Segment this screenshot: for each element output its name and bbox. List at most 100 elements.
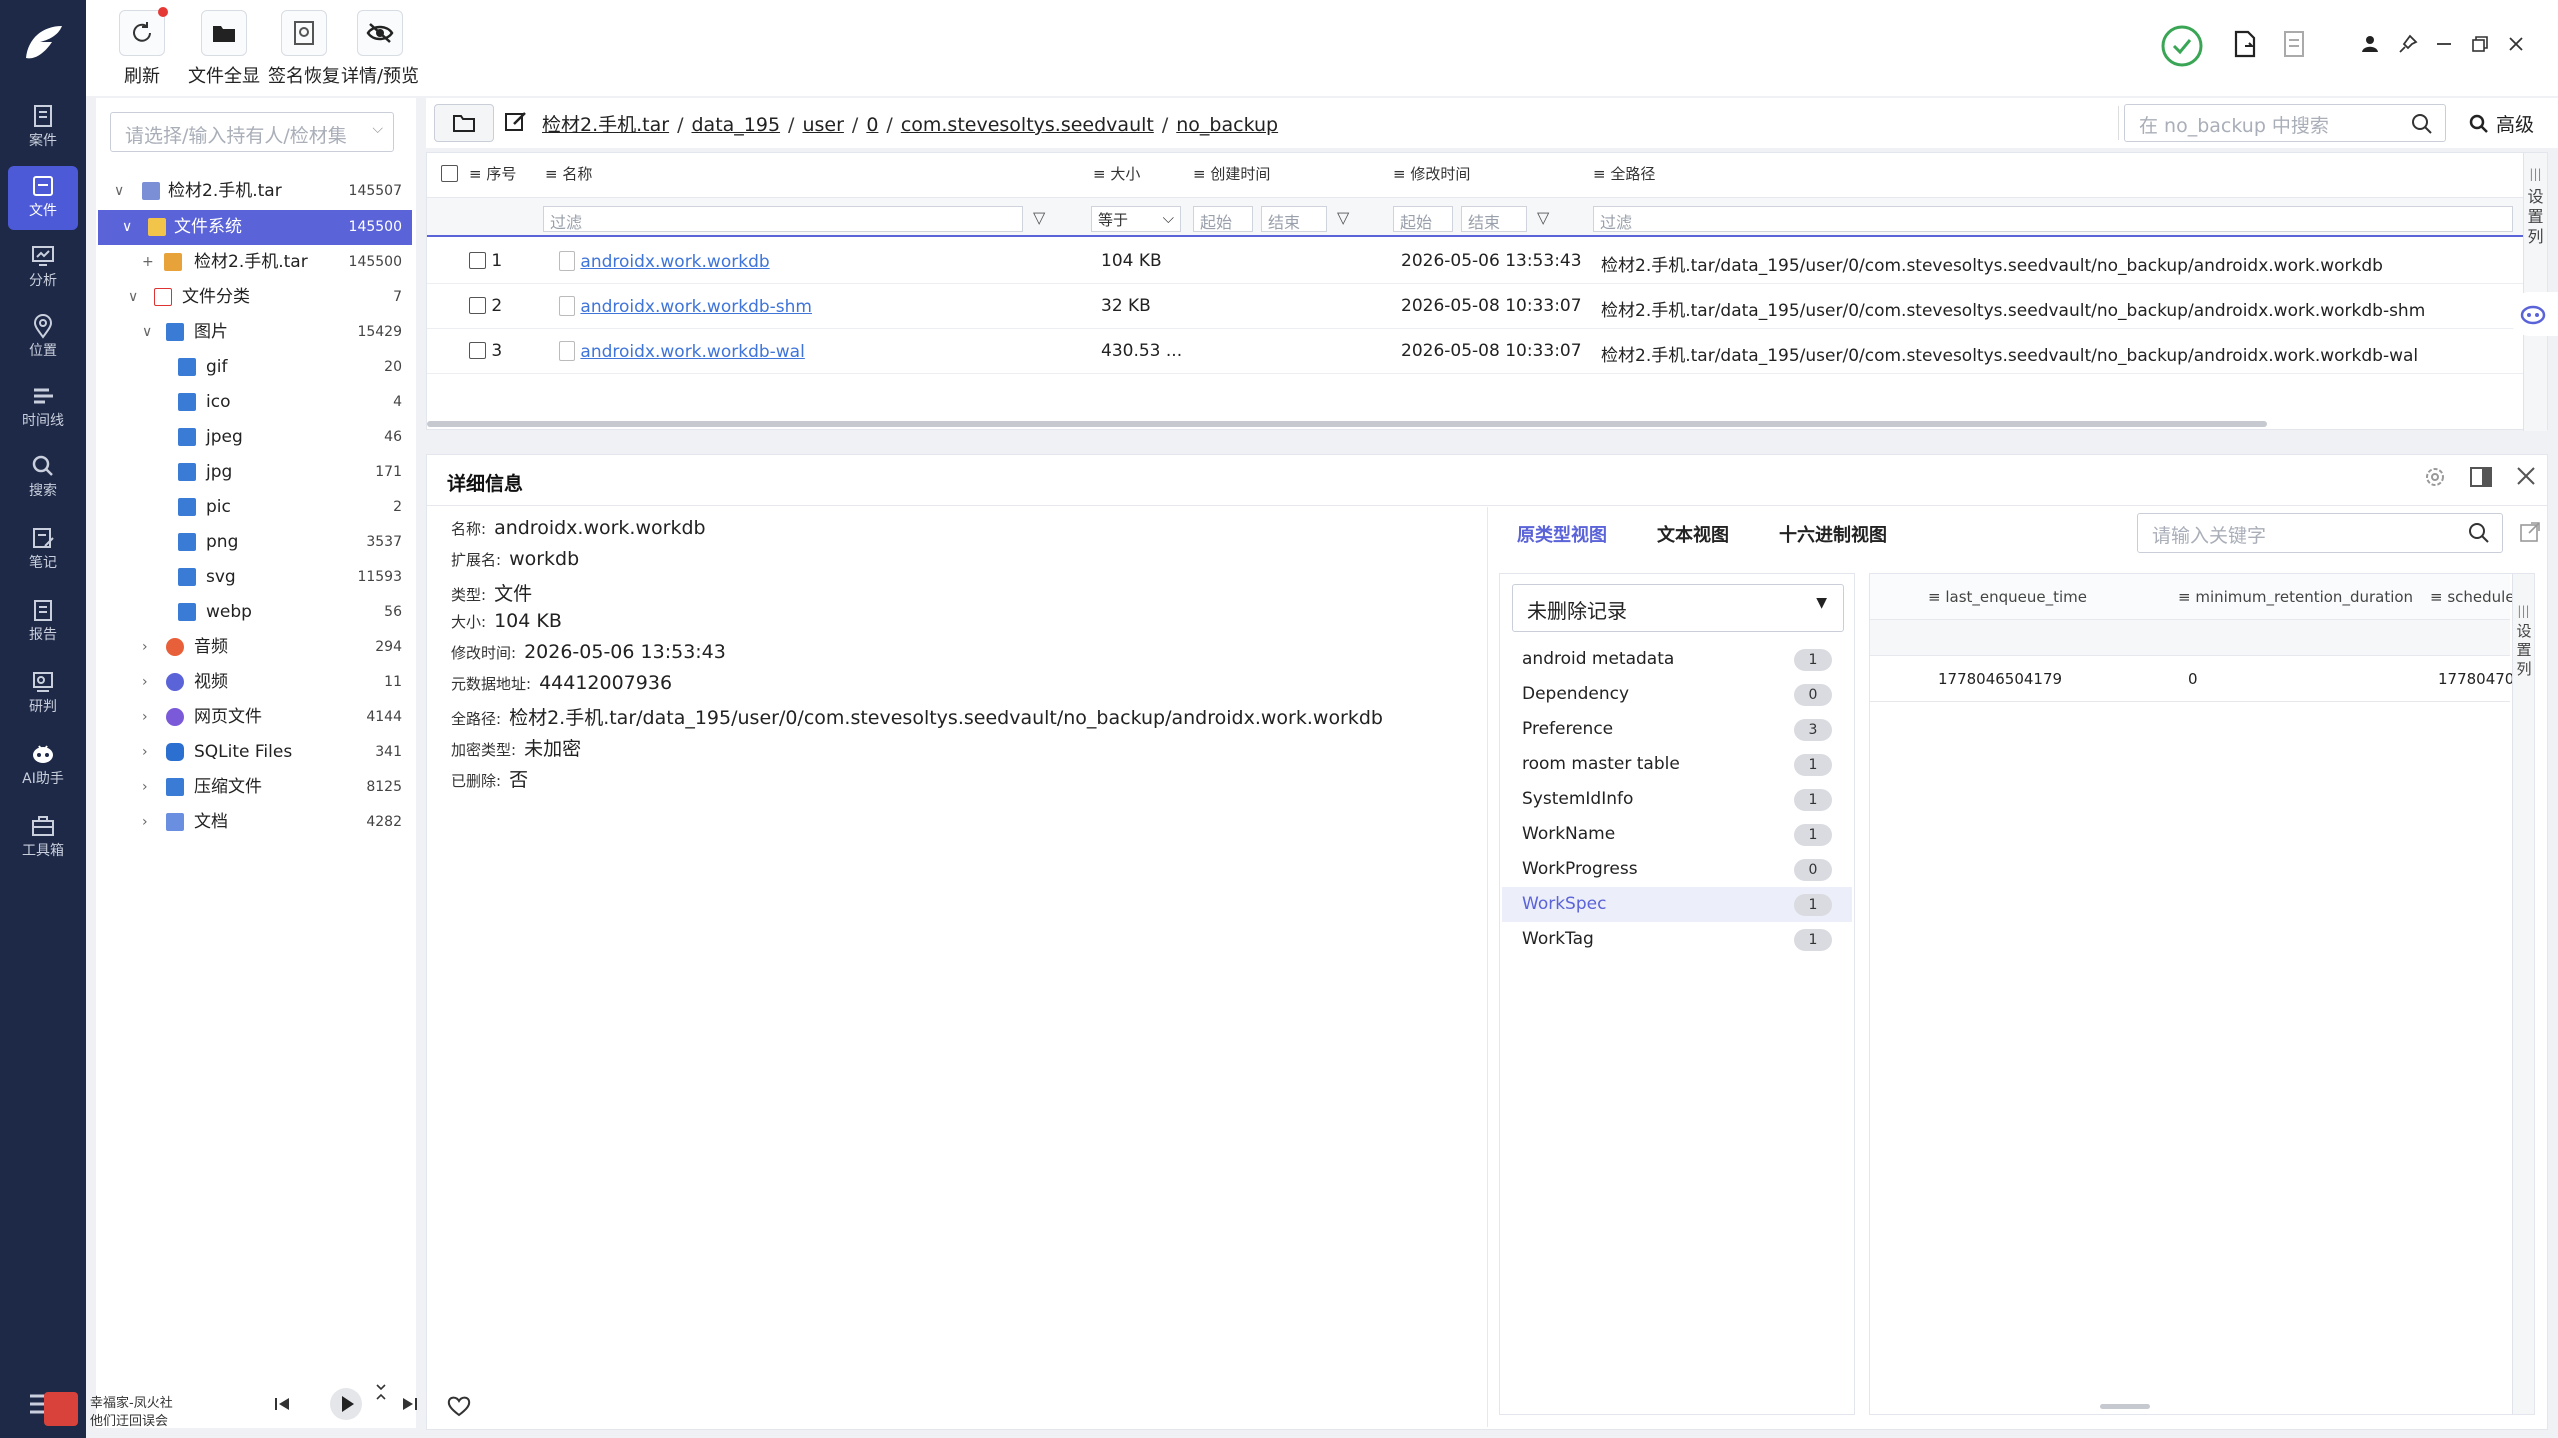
close-icon[interactable] bbox=[2515, 465, 2537, 491]
crumb-data[interactable]: data_195 bbox=[691, 114, 780, 136]
table-row[interactable]: 2 androidx.work.workdb-shm 32 KB 2026-05… bbox=[427, 284, 2525, 329]
nav-timeline[interactable]: 时间线 bbox=[8, 376, 78, 440]
tree-item-evidence-root[interactable]: ∨ 检材2.手机.tar 145507 bbox=[96, 174, 412, 209]
db-table-item[interactable]: room master table 1 bbox=[1502, 747, 1852, 782]
nav-location[interactable]: 位置 bbox=[8, 306, 78, 370]
nav-judge[interactable]: 研判 bbox=[8, 662, 78, 726]
tree-item-video[interactable]: › 视频 11 bbox=[96, 665, 412, 700]
detail-preview-button[interactable]: 详情/预览 bbox=[338, 10, 422, 90]
tree-item-png[interactable]: png 3537 bbox=[96, 525, 412, 560]
crumb-no-backup[interactable]: no_backup bbox=[1176, 114, 1278, 136]
grid-col-header[interactable]: ≡ last_enqueue_time bbox=[1928, 588, 2087, 606]
document-icon[interactable] bbox=[2272, 22, 2316, 66]
horizontal-scrollbar[interactable] bbox=[2100, 1404, 2150, 1409]
tree-item-audio[interactable]: › 音频 294 bbox=[96, 630, 412, 665]
signature-restore-button[interactable]: 签名恢复 bbox=[262, 10, 346, 90]
created-start-input[interactable]: 起始 bbox=[1193, 206, 1253, 232]
col-created-header[interactable]: ≡ 创建时间 bbox=[1193, 163, 1270, 184]
col-modified-header[interactable]: ≡ 修改时间 bbox=[1393, 163, 1470, 184]
show-all-files-button[interactable]: 文件全显 bbox=[182, 10, 266, 90]
gear-icon[interactable] bbox=[2423, 465, 2447, 493]
col-fullpath-header[interactable]: ≡ 全路径 bbox=[1593, 163, 1655, 184]
size-operator-select[interactable]: 等于 ⌵ bbox=[1091, 206, 1181, 232]
row-checkbox[interactable] bbox=[469, 252, 486, 269]
nav-analysis[interactable]: 分析 bbox=[8, 236, 78, 300]
tree-item-jpeg[interactable]: jpeg 46 bbox=[96, 420, 412, 455]
folder-search-input[interactable]: 在 no_backup 中搜索 bbox=[2124, 104, 2446, 142]
modified-end-input[interactable]: 结束 bbox=[1461, 206, 1527, 232]
modified-start-input[interactable]: 起始 bbox=[1393, 206, 1453, 232]
collapse-icon[interactable] bbox=[374, 1382, 388, 1406]
split-view-icon[interactable] bbox=[2469, 465, 2493, 493]
refresh-button[interactable]: 刷新 bbox=[114, 7, 170, 90]
tree-item-sqlite[interactable]: › SQLite Files 341 bbox=[96, 735, 412, 770]
nav-search[interactable]: 搜索 bbox=[8, 446, 78, 510]
tree-item-images[interactable]: ∨ 图片 15429 bbox=[96, 315, 412, 350]
db-table-item[interactable]: Dependency 0 bbox=[1502, 677, 1852, 712]
nav-case[interactable]: 案件 bbox=[8, 96, 78, 160]
nav-ai-assistant[interactable]: AI助手 bbox=[8, 734, 78, 798]
tree-item-jpg[interactable]: jpg 171 bbox=[96, 455, 412, 490]
advanced-search-button[interactable]: 高级 bbox=[2468, 110, 2534, 137]
table-row[interactable]: 1 androidx.work.workdb 104 KB 2026-05-06… bbox=[427, 239, 2525, 284]
edit-path-icon[interactable] bbox=[504, 110, 528, 138]
col-name-header[interactable]: ≡ 名称 bbox=[545, 163, 592, 184]
path-filter-input[interactable]: 过滤 bbox=[1593, 206, 2513, 232]
row-checkbox[interactable] bbox=[469, 297, 486, 314]
col-index-header[interactable]: ≡ 序号 bbox=[469, 163, 516, 184]
grid-col-header[interactable]: ≡ schedule bbox=[2430, 588, 2515, 606]
open-external-icon[interactable] bbox=[2519, 521, 2541, 547]
grid-column-settings-tab[interactable]: ||| 设置列 bbox=[2512, 574, 2534, 1414]
nav-report[interactable]: 报告 bbox=[8, 590, 78, 654]
file-name-link[interactable]: androidx.work.workdb bbox=[580, 252, 769, 272]
record-filter-select[interactable]: 未删除记录 ▼ bbox=[1512, 584, 1844, 632]
previous-track-icon[interactable] bbox=[272, 1394, 292, 1418]
db-table-item[interactable]: Preference 3 bbox=[1502, 712, 1852, 747]
export-file-icon[interactable] bbox=[2224, 22, 2268, 66]
nav-toolbox[interactable]: 工具箱 bbox=[8, 806, 78, 870]
table-row[interactable]: 3 androidx.work.workdb-wal 430.53 ... 20… bbox=[427, 329, 2525, 374]
db-table-item[interactable]: SystemIdInfo 1 bbox=[1502, 782, 1852, 817]
tree-item-ico[interactable]: ico 4 bbox=[96, 385, 412, 420]
created-end-input[interactable]: 结束 bbox=[1261, 206, 1327, 232]
tree-item-pic[interactable]: pic 2 bbox=[96, 490, 412, 525]
tree-item-documents[interactable]: › 文档 4282 bbox=[96, 805, 412, 840]
db-table-item-selected[interactable]: WorkSpec 1 bbox=[1502, 887, 1852, 922]
file-name-link[interactable]: androidx.work.workdb-wal bbox=[580, 342, 804, 362]
select-all-checkbox[interactable] bbox=[441, 165, 458, 183]
nav-note[interactable]: 笔记 bbox=[8, 518, 78, 582]
open-folder-button[interactable] bbox=[434, 104, 494, 142]
tree-item-svg[interactable]: svg 11593 bbox=[96, 560, 412, 595]
tree-item-file-category[interactable]: ∨ 文件分类 7 bbox=[96, 280, 412, 315]
next-track-icon[interactable] bbox=[400, 1394, 420, 1418]
db-table-item[interactable]: WorkProgress 0 bbox=[1502, 852, 1852, 887]
play-button[interactable] bbox=[330, 1388, 362, 1420]
row-checkbox[interactable] bbox=[469, 342, 486, 359]
tree-item-gif[interactable]: gif 20 bbox=[96, 350, 412, 385]
db-table-item[interactable]: android metadata 1 bbox=[1502, 642, 1852, 677]
close-window-icon[interactable] bbox=[2494, 22, 2538, 66]
tab-text-view[interactable]: 文本视图 bbox=[1657, 521, 1729, 547]
tree-item-archives[interactable]: › 压缩文件 8125 bbox=[96, 770, 412, 805]
crumb-evidence[interactable]: 检材2.手机.tar bbox=[542, 114, 669, 136]
filter-icon[interactable]: ▽ bbox=[1537, 208, 1549, 227]
heart-icon[interactable] bbox=[447, 1395, 471, 1421]
filter-icon[interactable]: ▽ bbox=[1033, 208, 1045, 227]
db-table-item[interactable]: WorkName 1 bbox=[1502, 817, 1852, 852]
name-filter-input[interactable]: 过滤 bbox=[543, 206, 1023, 232]
tab-native-view[interactable]: 原类型视图 bbox=[1517, 521, 1607, 547]
nav-file[interactable]: 文件 bbox=[8, 166, 78, 230]
status-check-icon[interactable] bbox=[2158, 22, 2206, 70]
file-name-link[interactable]: androidx.work.workdb-shm bbox=[580, 297, 812, 317]
tree-item-web-files[interactable]: › 网页文件 4144 bbox=[96, 700, 412, 735]
horizontal-scrollbar[interactable] bbox=[427, 421, 2267, 427]
tree-item-evidence-tar[interactable]: + 检材2.手机.tar 145500 bbox=[96, 245, 412, 280]
tree-item-filesystem[interactable]: ∨ 文件系统 145500 bbox=[98, 210, 412, 245]
db-table-item[interactable]: WorkTag 1 bbox=[1502, 922, 1852, 957]
ai-float-icon[interactable] bbox=[2508, 292, 2558, 336]
holder-select[interactable]: 请选择/输入持有人/检材集 ⌵ bbox=[110, 112, 394, 152]
grid-col-header[interactable]: ≡ minimum_retention_duration bbox=[2178, 588, 2413, 606]
keyword-search-input[interactable]: 请输入关键字 bbox=[2137, 513, 2503, 553]
crumb-user[interactable]: user bbox=[802, 114, 843, 136]
filter-icon[interactable]: ▽ bbox=[1337, 208, 1349, 227]
